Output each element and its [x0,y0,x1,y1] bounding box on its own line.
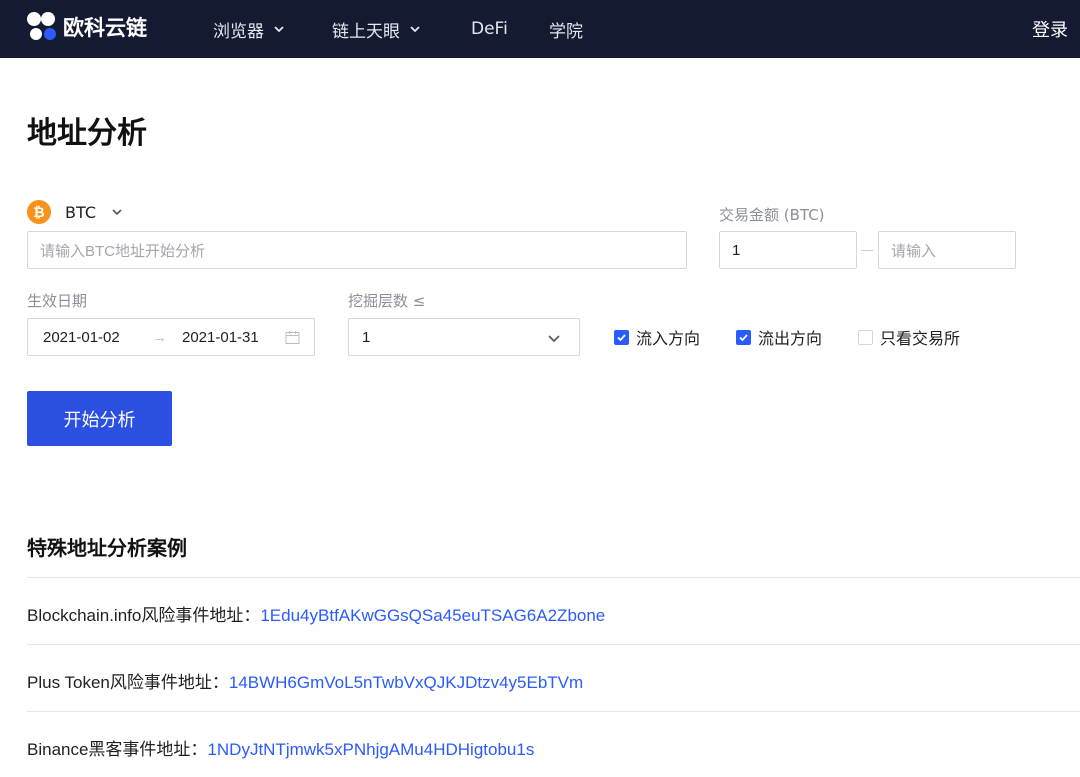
checkbox-checked-icon [614,329,629,345]
page-title: 地址分析 [27,116,147,151]
nav-item-label: 链上天眼 [332,21,400,42]
case-address-link[interactable]: 1NDyJtNTjmwk5xPNhjgAMu4HDHigtobu1s [207,740,534,759]
logo-dots-icon [27,12,59,42]
case-label: Blockchain.info风险事件地址： [27,606,261,625]
chevron-down-icon [410,26,420,33]
date-start[interactable]: 2021-01-02 [43,329,120,346]
date-range-picker[interactable]: 2021-01-02 → 2021-01-31 [27,318,315,356]
checkbox-outflow[interactable]: 流出方向 [736,326,822,348]
range-separator [861,250,873,251]
depth-label: 挖掘层数 ≤ [348,292,426,310]
cases-title: 特殊地址分析案例 [27,536,187,560]
case-address-link[interactable]: 1Edu4yBtfAKwGGsQSa45euTSAG6A2Zbone [260,606,605,625]
top-nav: 欧科云链 浏览器 链上天眼 DeFi 学院 登录 [0,0,1080,58]
brand-logo[interactable]: 欧科云链 [27,12,147,42]
calendar-icon [285,331,300,344]
amount-max-input[interactable]: 请输入 [878,231,1016,269]
checkbox-label: 流出方向 [758,329,823,348]
date-label: 生效日期 [27,292,88,310]
case-label: Plus Token风险事件地址： [27,673,229,692]
checkbox-label: 只看交易所 [880,329,961,348]
checkbox-unchecked-icon [858,329,873,345]
bitcoin-icon: ₿ [27,200,51,224]
login-link[interactable]: 登录 [1032,0,1068,58]
nav-item-label: 学院 [549,21,583,42]
address-input[interactable]: 请输入BTC地址开始分析 [27,231,687,269]
amount-min-input[interactable]: 1 [719,231,857,269]
divider [27,711,1080,712]
coin-label: BTC [65,202,96,222]
arrow-right-icon: → [152,328,167,346]
nav-item-defi[interactable]: DeFi [471,0,508,58]
amount-label: 交易金额 (BTC) [719,206,825,224]
checkbox-label: 流入方向 [636,329,701,348]
depth-value: 1 [362,328,371,346]
case-item: Plus Token风险事件地址：14BWH6GmVoL5nTwbVxQJKJD… [27,668,583,693]
checkbox-checked-icon [736,329,751,345]
divider [27,644,1080,645]
nav-item-onchain-eye[interactable]: 链上天眼 [332,0,422,58]
brand-name: 欧科云链 [63,16,147,40]
start-analysis-button[interactable]: 开始分析 [27,391,172,446]
depth-select[interactable]: 1 [348,318,580,356]
case-item: Blockchain.info风险事件地址：1Edu4yBtfAKwGGsQSa… [27,601,605,626]
case-address-link[interactable]: 14BWH6GmVoL5nTwbVxQJKJDtzv4y5EbTVm [229,673,583,692]
chevron-down-icon [548,335,560,343]
nav-item-label: DeFi [471,19,508,39]
nav-item-academy[interactable]: 学院 [549,0,583,58]
chevron-down-icon [274,26,284,33]
nav-item-label: 浏览器 [213,21,264,42]
nav-item-browser[interactable]: 浏览器 [213,0,286,58]
date-end[interactable]: 2021-01-31 [182,329,259,346]
checkbox-inflow[interactable]: 流入方向 [614,326,700,348]
coin-selector[interactable]: ₿ BTC [27,199,124,225]
case-label: Binance黑客事件地址： [27,740,208,759]
checkbox-exchange-only[interactable]: 只看交易所 [858,326,960,348]
case-item: Binance黑客事件地址：1NDyJtNTjmwk5xPNhjgAMu4HDH… [27,735,534,760]
divider [27,577,1080,578]
chevron-down-icon [112,209,122,216]
